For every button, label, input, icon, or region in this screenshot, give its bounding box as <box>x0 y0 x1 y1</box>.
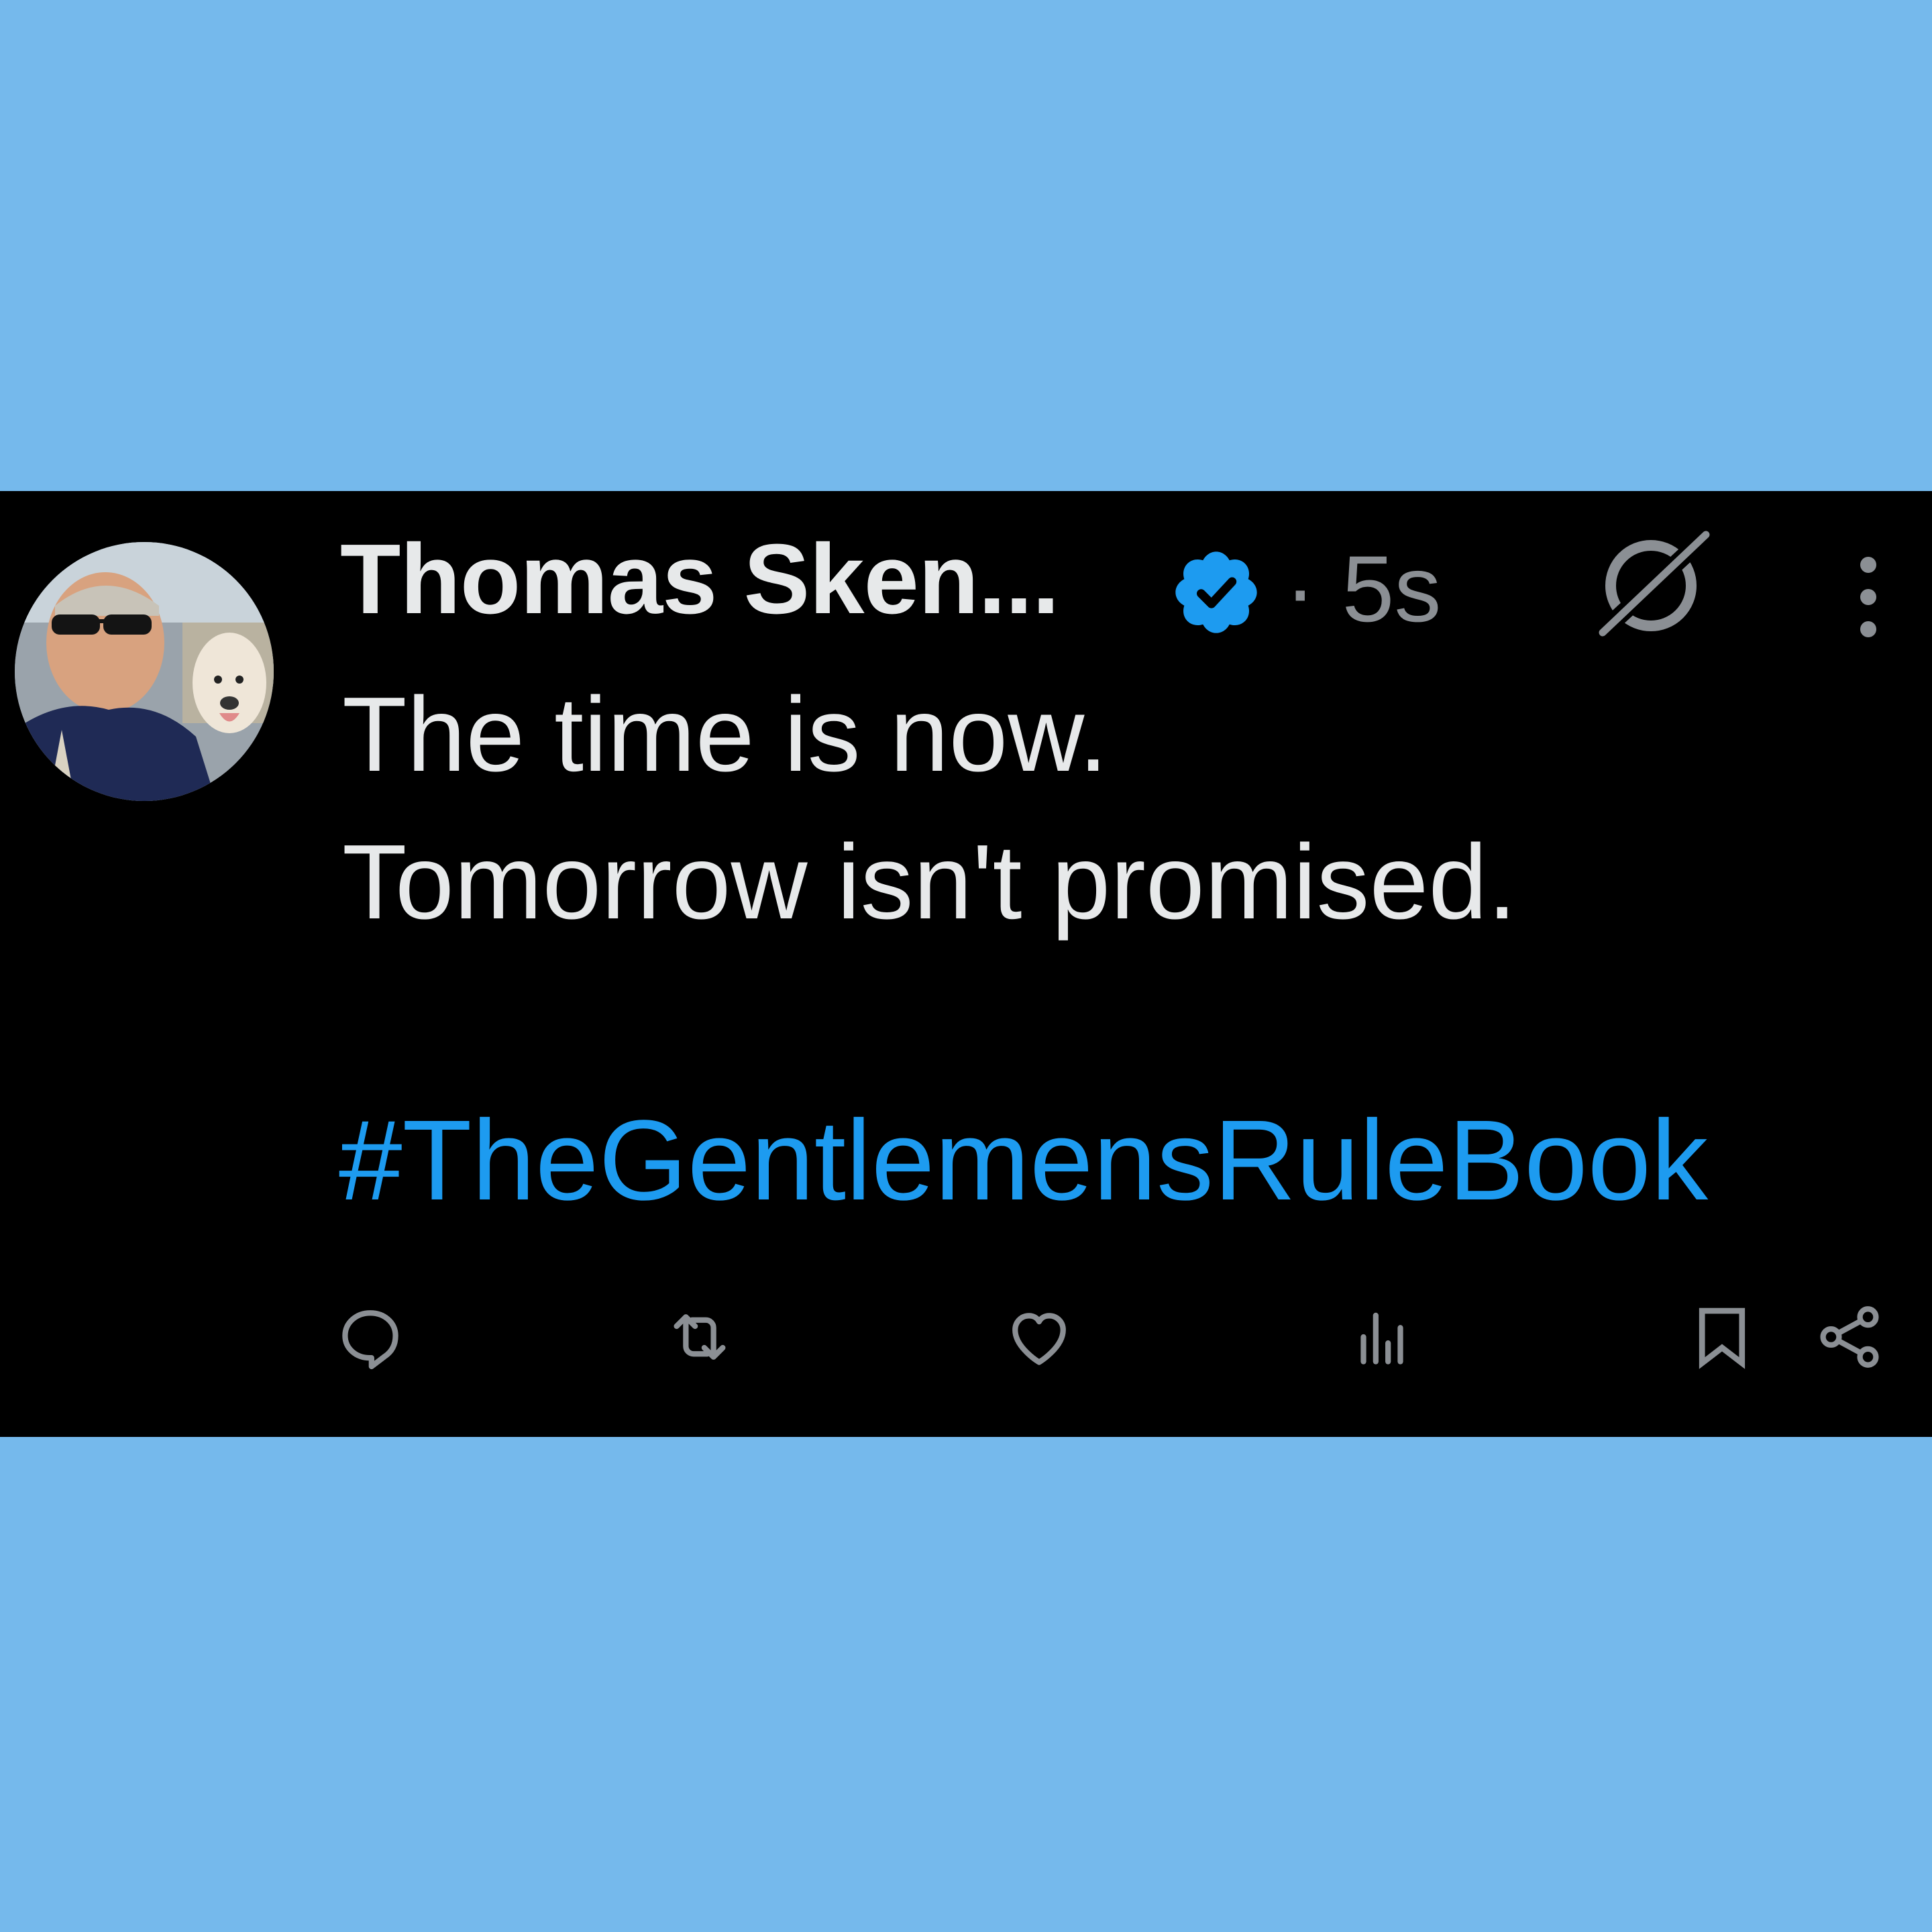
tweet-line: Tomorrow isn't promised. <box>342 823 1517 941</box>
more-vertical-icon[interactable] <box>1848 550 1888 644</box>
display-name[interactable]: Thomas Sken... <box>340 530 1060 629</box>
grok-icon[interactable] <box>1593 527 1714 641</box>
reply-icon[interactable] <box>333 1300 407 1374</box>
repost-icon[interactable] <box>663 1300 737 1374</box>
verified-badge-icon[interactable] <box>1169 545 1264 640</box>
timestamp[interactable]: · 5s <box>1285 542 1441 636</box>
bookmark-icon[interactable] <box>1685 1300 1759 1374</box>
share-icon[interactable] <box>1813 1300 1886 1374</box>
avatar[interactable] <box>15 542 274 801</box>
tweet-line: The time is now. <box>342 676 1108 794</box>
tweet-text: The time is now. Tomorrow isn't promised… <box>342 661 1517 956</box>
hashtag-link[interactable]: #TheGentlemensRuleBook <box>339 1104 1708 1218</box>
views-icon[interactable] <box>1345 1300 1419 1374</box>
heart-icon[interactable] <box>1002 1300 1076 1374</box>
